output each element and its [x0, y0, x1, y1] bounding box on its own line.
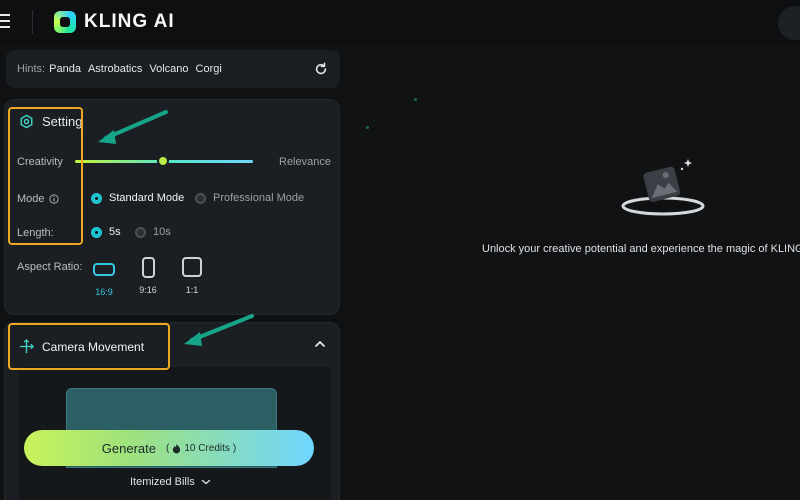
relevance-label: Relevance — [279, 156, 331, 168]
length-5s-label: 5s — [109, 226, 121, 238]
hint-corgi[interactable]: Corgi — [196, 63, 222, 75]
chevron-down-icon — [201, 479, 210, 485]
main-canvas — [345, 44, 800, 500]
radio-dot — [91, 226, 102, 238]
length-10s-label: 10s — [153, 226, 171, 238]
divider — [32, 10, 33, 34]
mode-standard-label: Standard Mode — [109, 192, 185, 204]
aspect-16-9-icon — [93, 263, 115, 276]
slider-thumb[interactable] — [157, 155, 169, 167]
decor-dot — [414, 98, 417, 101]
annotation-box-camera — [8, 323, 170, 370]
hamburger-menu-icon[interactable] — [0, 14, 10, 28]
credits-badge: ( 10 Credits ) — [165, 442, 237, 454]
annotation-arrow-icon — [98, 110, 168, 144]
hint-astrobatics[interactable]: Astrobatics — [88, 63, 142, 75]
logo[interactable]: KLING AI — [54, 9, 175, 35]
itemized-bills-toggle[interactable]: Itemized Bills — [130, 476, 211, 488]
aspect-9-16-label: 9:16 — [139, 285, 157, 295]
length-5s-radio[interactable]: 5s — [91, 226, 121, 238]
radio-dot — [91, 192, 102, 204]
credits-text: 10 Credits — [184, 442, 230, 454]
radio-dot — [195, 192, 206, 204]
mode-professional-radio[interactable]: Professional Mode — [195, 192, 304, 204]
hints-label: Hints: — [17, 63, 46, 75]
image-placeholder-icon — [621, 159, 705, 216]
empty-state-text: Unlock your creative potential and exper… — [482, 243, 800, 255]
radio-dot — [135, 226, 146, 238]
generate-label: Generate — [101, 440, 156, 456]
length-10s-radio[interactable]: 10s — [135, 226, 171, 238]
aspect-1-1-icon — [182, 257, 202, 277]
decor-dot — [366, 126, 369, 129]
hint-volcano[interactable]: Volcano — [149, 63, 188, 75]
aspect-1-1-option[interactable]: 1:1 — [173, 257, 211, 295]
chevron-up-icon[interactable] — [313, 337, 327, 351]
refresh-icon[interactable] — [314, 62, 328, 76]
annotation-arrow-icon — [184, 314, 254, 346]
mode-professional-label: Professional Mode — [213, 192, 305, 204]
itemized-label: Itemized Bills — [130, 476, 195, 488]
flame-icon — [173, 443, 181, 453]
aspect-1-1-label: 1:1 — [185, 285, 199, 295]
mode-standard-radio[interactable]: Standard Mode — [91, 192, 184, 204]
hint-panda[interactable]: Panda — [49, 63, 81, 75]
top-bar: KLING AI — [0, 0, 800, 44]
hints-bar: Hints: Panda Astrobatics Volcano Corgi — [6, 50, 340, 88]
aspect-16-9-label: 16:9 — [95, 287, 113, 297]
generate-button[interactable]: Generate ( 10 Credits ) — [24, 430, 314, 466]
avatar[interactable] — [778, 6, 800, 40]
annotation-box-settings — [8, 107, 83, 245]
aspect-ratio-label: Aspect Ratio: — [17, 261, 83, 273]
kling-logo-icon — [54, 11, 76, 33]
aspect-16-9-option[interactable]: 16:9 — [85, 260, 123, 297]
aspect-9-16-option[interactable]: 9:16 — [129, 257, 167, 295]
logo-text: KLING AI — [84, 11, 175, 32]
aspect-9-16-icon — [141, 257, 155, 278]
